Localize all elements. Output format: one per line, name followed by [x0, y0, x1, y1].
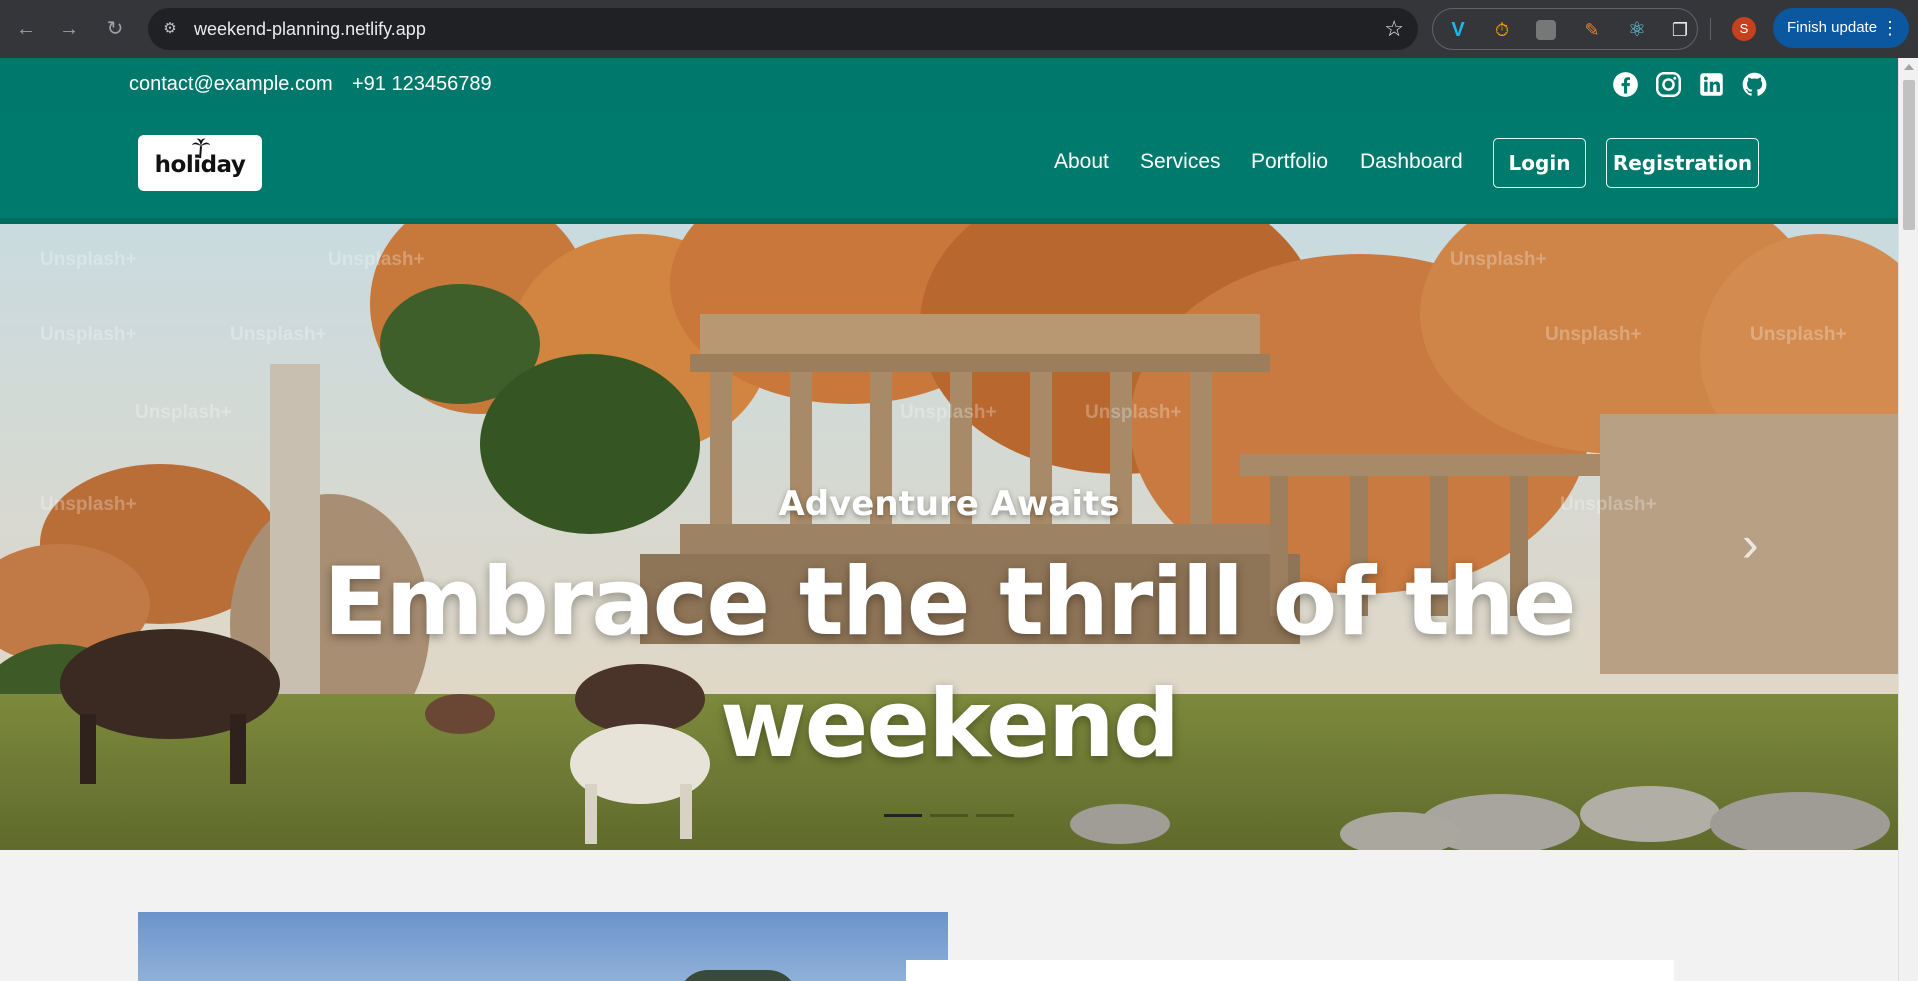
watermark: Unsplash+ [900, 402, 997, 423]
carousel-indicator[interactable] [976, 814, 1014, 817]
react-devtools-icon[interactable]: ⚛ [1626, 19, 1648, 41]
vimeo-icon[interactable]: V [1447, 19, 1469, 41]
main-navbar: holiday About Services Portfolio Dashboa… [0, 111, 1898, 224]
watermark: Unsplash+ [328, 249, 425, 270]
image-hill [678, 970, 798, 981]
watermark: Unsplash+ [230, 324, 327, 345]
logo-text: holiday [154, 152, 246, 178]
watermark: Unsplash+ [135, 402, 232, 423]
carousel-next-icon[interactable]: › [1742, 514, 1772, 574]
watermark: Unsplash+ [40, 249, 137, 270]
watermark: Unsplash+ [1085, 402, 1182, 423]
watermark: Unsplash+ [1750, 324, 1847, 345]
about-section-image [138, 912, 948, 981]
linkedin-icon[interactable] [1698, 71, 1725, 98]
nav-link-portfolio[interactable]: Portfolio [1251, 149, 1328, 175]
carousel-indicator[interactable] [930, 814, 968, 817]
site-settings-icon[interactable]: ⚙ [160, 19, 180, 39]
instagram-icon[interactable] [1655, 71, 1682, 98]
facebook-icon[interactable] [1612, 71, 1639, 98]
watermark: Unsplash+ [1545, 324, 1642, 345]
about-section-card [906, 960, 1674, 981]
screen-capture-icon[interactable] [1536, 20, 1556, 40]
nav-link-about[interactable]: About [1054, 149, 1109, 175]
login-button[interactable]: Login [1493, 138, 1586, 188]
contact-email[interactable]: contact@example.com [129, 72, 333, 96]
reload-icon[interactable]: ↻ [103, 17, 127, 41]
watermark: Unsplash+ [40, 324, 137, 345]
github-icon[interactable] [1741, 71, 1768, 98]
hero-subtitle: Adventure Awaits [778, 484, 1120, 524]
contact-phone[interactable]: +91 123456789 [352, 72, 492, 96]
hero-carousel: Unsplash+ Unsplash+ Unsplash+ Unsplash+ … [0, 224, 1898, 850]
hero-title: Embrace the thrill of the weekend [323, 548, 1576, 779]
finish-update-label: Finish update [1787, 19, 1878, 36]
bookmark-star-icon[interactable]: ☆ [1384, 17, 1404, 41]
address-bar[interactable]: ⚙ weekend-planning.netlify.app ☆ [148, 8, 1418, 50]
extensions-bar: V ⏱ ✎ ⚛ ❐ [1432, 8, 1698, 50]
timer-icon[interactable]: ⏱ [1491, 19, 1513, 41]
url-text[interactable]: weekend-planning.netlify.app [194, 19, 426, 39]
browser-toolbar: ← → ↻ ⚙ weekend-planning.netlify.app ☆ V… [0, 0, 1918, 58]
page-scrollbar[interactable] [1898, 58, 1918, 981]
extensions-puzzle-icon[interactable]: ❐ [1669, 19, 1691, 41]
nav-link-dashboard[interactable]: Dashboard [1360, 149, 1463, 175]
watermark: Unsplash+ [1450, 249, 1547, 270]
scroll-up-arrow-icon[interactable] [1904, 64, 1914, 70]
more-menu-icon[interactable]: ⋮ [1881, 8, 1899, 48]
profile-avatar[interactable]: S [1732, 17, 1756, 41]
back-icon[interactable]: ← [14, 17, 38, 41]
carousel-indicator-active[interactable] [884, 814, 922, 817]
forward-icon[interactable]: → [57, 17, 81, 41]
scrollbar-thumb[interactable] [1903, 80, 1915, 230]
nav-link-services[interactable]: Services [1140, 149, 1221, 175]
color-picker-icon[interactable]: ✎ [1581, 19, 1603, 41]
holiday-logo[interactable]: holiday [138, 135, 262, 191]
toolbar-divider [1710, 18, 1711, 40]
finish-update-button[interactable]: Finish update ⋮ [1773, 8, 1909, 48]
top-contact-bar: contact@example.com +91 123456789 [0, 58, 1898, 111]
registration-button[interactable]: Registration [1606, 138, 1759, 188]
